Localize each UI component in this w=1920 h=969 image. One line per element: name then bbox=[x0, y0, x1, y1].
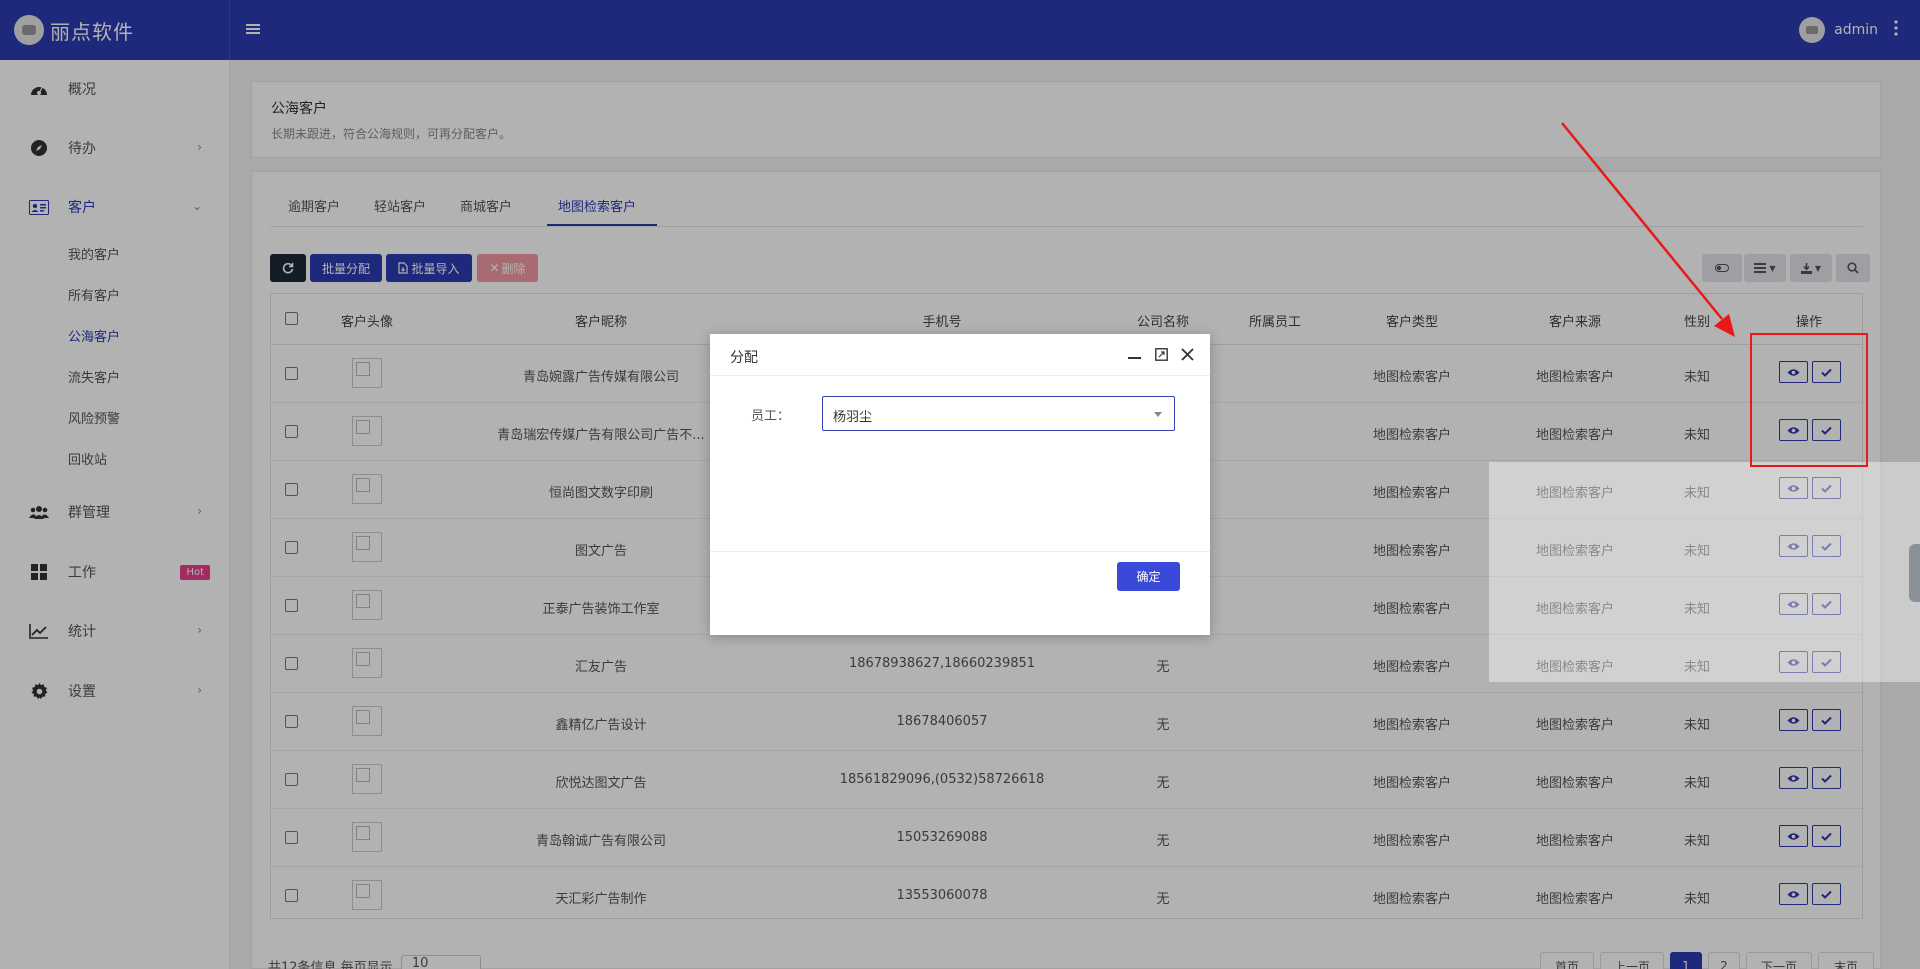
confirm-button[interactable]: 确定 bbox=[1117, 562, 1180, 591]
minimize-icon[interactable] bbox=[1124, 344, 1144, 364]
dialog-divider bbox=[710, 551, 1210, 552]
dialog-header: 分配 bbox=[710, 334, 1210, 376]
dialog-title: 分配 bbox=[730, 350, 758, 366]
maximize-icon[interactable] bbox=[1151, 344, 1171, 364]
staff-label: 员工： bbox=[751, 409, 791, 424]
assign-dialog: 分配 员工： 杨羽尘 确定 bbox=[710, 334, 1210, 635]
caret-down-icon bbox=[1154, 412, 1162, 417]
staff-select-value: 杨羽尘 bbox=[833, 410, 873, 425]
staff-select[interactable]: 杨羽尘 bbox=[822, 396, 1175, 431]
close-icon[interactable] bbox=[1177, 344, 1197, 364]
annotation-highlight-box bbox=[1750, 333, 1868, 467]
